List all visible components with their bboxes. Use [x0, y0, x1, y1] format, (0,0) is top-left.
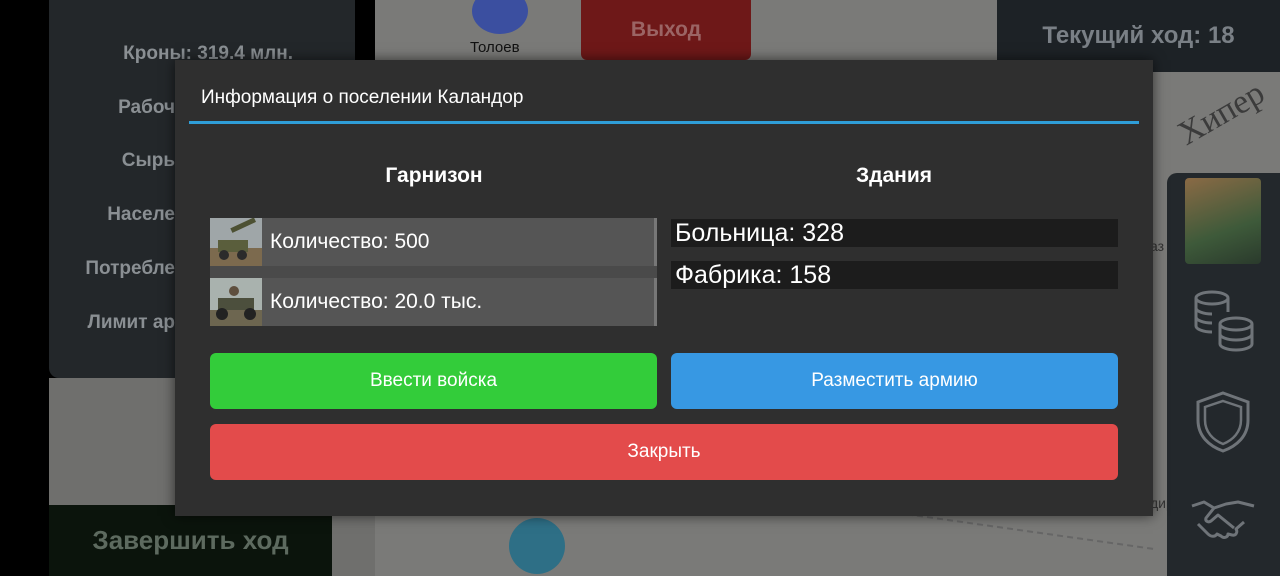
row-scrollbar	[654, 218, 657, 266]
deploy-troops-button[interactable]: Ввести войска	[210, 353, 657, 409]
row-scrollbar	[654, 278, 657, 326]
dialog-title: Информация о поселении Каландор	[201, 87, 524, 108]
garrison-unit-row[interactable]: Количество: 20.0 тыс.	[210, 278, 657, 326]
exit-button[interactable]: Выход	[581, 0, 751, 60]
stat-population: Населе	[107, 204, 175, 225]
title-divider	[189, 121, 1139, 124]
stat-consumption: Потребле	[85, 258, 175, 279]
stat-resources: Сырь	[121, 150, 175, 171]
settlement-info-dialog: Информация о поселении Каландор Гарнизон…	[175, 60, 1153, 516]
shield-icon[interactable]	[1193, 390, 1253, 459]
artillery-unit-image	[210, 217, 262, 266]
place-army-button[interactable]: Разместить армию	[671, 353, 1118, 409]
handshake-icon[interactable]	[1190, 496, 1256, 547]
city-label: Толоев	[470, 39, 520, 56]
building-item: Больница: 328	[671, 219, 1118, 247]
close-button[interactable]: Закрыть	[210, 424, 1118, 480]
atv-unit-image	[210, 278, 262, 326]
unit-quantity: Количество: 500	[270, 230, 430, 253]
garrison-heading: Гарнизон	[385, 164, 483, 187]
city-marker[interactable]	[509, 518, 565, 574]
buildings-heading: Здания	[855, 164, 932, 187]
unit-quantity: Количество: 20.0 тыс.	[270, 290, 483, 313]
coins-icon[interactable]	[1192, 288, 1256, 359]
stat-army-limit: Лимит ар	[87, 312, 175, 333]
row-separator	[210, 266, 657, 278]
building-item: Фабрика: 158	[671, 261, 1118, 289]
avatar[interactable]	[1185, 178, 1261, 264]
garrison-unit-row[interactable]: Количество: 500	[210, 217, 657, 266]
stat-workers: Рабоч	[118, 97, 175, 118]
